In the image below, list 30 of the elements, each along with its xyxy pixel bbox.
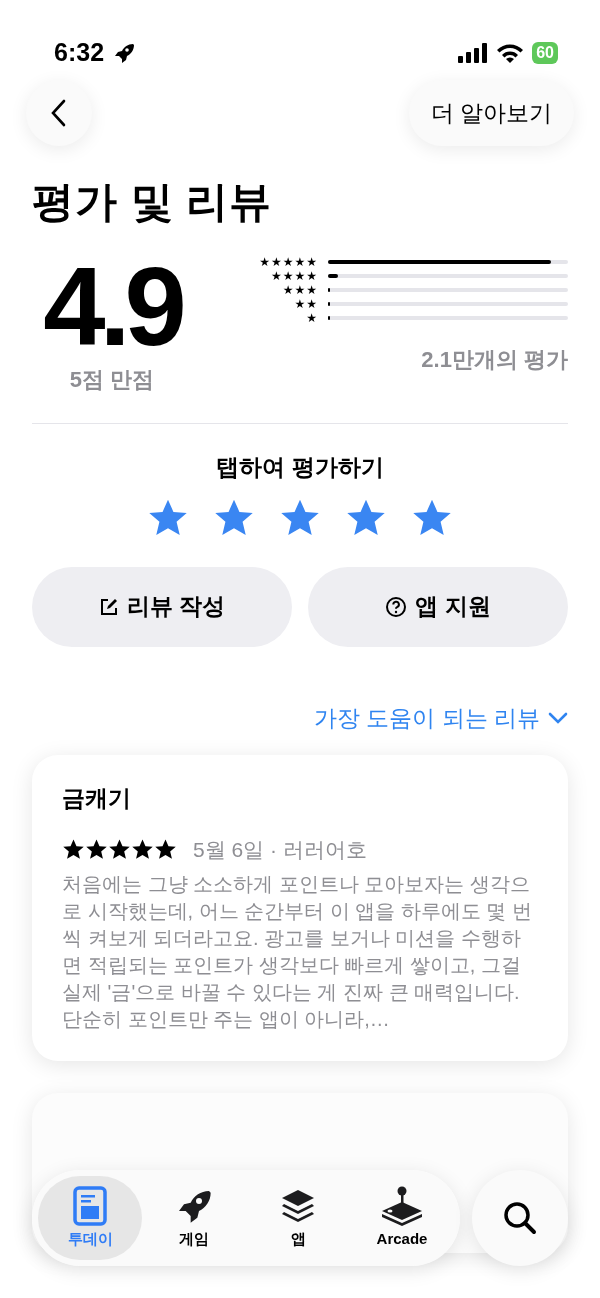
sort-menu-link[interactable]: 가장 도움이 되는 리뷰 xyxy=(313,700,568,735)
rocket-icon xyxy=(112,41,137,65)
app-support-button[interactable]: 앱 지원 xyxy=(308,566,568,647)
average-rating: 4.9 xyxy=(43,251,181,363)
tab[interactable]: Arcade xyxy=(350,1176,454,1260)
tap-to-rate-label: 탭하여 평가하기 xyxy=(216,453,384,482)
rating-scale: 5점 만점 xyxy=(69,366,155,394)
review-title: 금캐기 xyxy=(62,784,132,813)
wifi-icon xyxy=(496,43,525,63)
battery-level: 60 xyxy=(532,42,558,64)
tab[interactable]: 게임 xyxy=(142,1176,246,1260)
review-meta: 5월 6일 · 러러어호 xyxy=(193,836,367,863)
rating-count: 2.1만개의 평가 xyxy=(420,346,568,374)
help-icon xyxy=(385,595,408,618)
document-icon xyxy=(73,1185,107,1226)
star-label: ★ xyxy=(306,311,318,325)
star-label: ★★ xyxy=(294,297,318,311)
star-label: ★★★ xyxy=(282,283,318,297)
tab[interactable]: 앱 xyxy=(246,1176,350,1260)
star-label: ★★★★★ xyxy=(259,255,318,269)
signal-icon xyxy=(458,43,489,63)
page-title: 평가 및 리뷰 xyxy=(32,177,274,227)
write-review-button[interactable]: 리뷰 작성 xyxy=(32,566,292,647)
review-text: 처음에는 그냥 소소하게 포인트나 모아보자는 생각으로 시작했는데, 어느 순간부터 이 앱을 하루에도 몇 번씩 켜보게 되더라고요. 광고를 보거나 미션을 수행하면 적립되는 포인트가 생각보다 빠르게 쌓이고, 그걸 실제 '금'으로 바꿀 수 있다는 게 진짜 큰 매력입니다. 단순히 포인트만 주는 앱이 아니라,… xyxy=(62,872,533,1032)
clock-time: 6:32 xyxy=(54,37,105,69)
learn-more-button[interactable]: 더 알아보기 xyxy=(408,80,574,146)
chevron-down-icon xyxy=(548,710,568,725)
joystick-icon xyxy=(380,1185,424,1226)
star-label: ★★★★ xyxy=(270,269,318,283)
edit-icon xyxy=(98,596,119,617)
